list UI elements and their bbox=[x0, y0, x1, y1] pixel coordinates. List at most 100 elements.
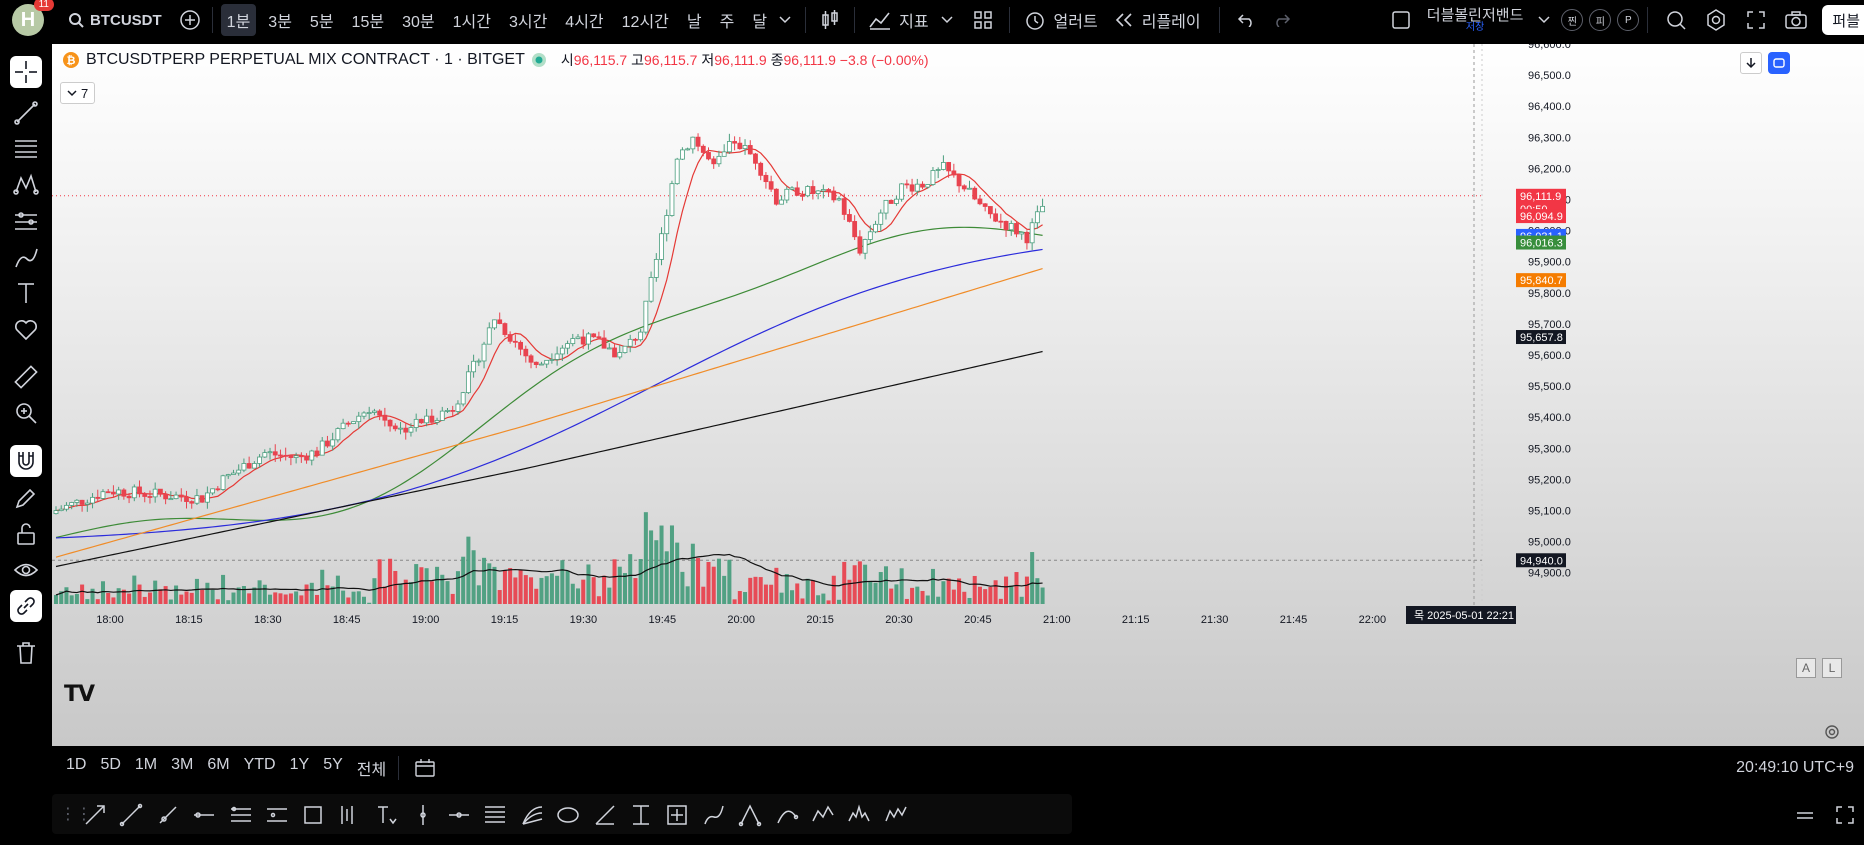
trendline-tool[interactable] bbox=[10, 97, 42, 129]
drawing-tool[interactable] bbox=[298, 800, 328, 830]
drawing-tool[interactable] bbox=[590, 800, 620, 830]
auto-scale-button[interactable]: A bbox=[1796, 658, 1816, 678]
range-option[interactable]: 3M bbox=[171, 756, 193, 780]
interval-option[interactable]: 5분 bbox=[304, 4, 340, 36]
forecast-tool[interactable] bbox=[10, 206, 42, 238]
undo-button[interactable] bbox=[1228, 4, 1264, 36]
candle-body bbox=[377, 410, 383, 416]
drawing-tool[interactable] bbox=[844, 800, 874, 830]
compare-add-button[interactable] bbox=[176, 4, 204, 36]
interval-option[interactable]: 15분 bbox=[346, 4, 391, 36]
interval-option[interactable]: 달 bbox=[746, 4, 773, 36]
measure-tool[interactable] bbox=[10, 361, 42, 393]
quick-button[interactable]: 피 bbox=[1589, 9, 1612, 31]
clock[interactable]: 20:49:10 UTC+9 bbox=[1736, 759, 1854, 777]
fullscreen-button[interactable] bbox=[1736, 4, 1776, 36]
drawing-tool[interactable] bbox=[480, 800, 510, 830]
drawing-tool[interactable] bbox=[80, 800, 110, 830]
fib-tool[interactable] bbox=[10, 133, 42, 165]
interval-option[interactable]: 3분 bbox=[262, 4, 298, 36]
drawing-tool[interactable] bbox=[226, 800, 256, 830]
drawing-tool[interactable] bbox=[517, 800, 547, 830]
redo-button[interactable] bbox=[1264, 4, 1300, 36]
drawing-tool[interactable] bbox=[662, 800, 692, 830]
price-chart-canvas[interactable]: 96,600.0 96,500.0 96,400.0 96,300.0 96,200.0… bbox=[52, 44, 1864, 746]
interval-option[interactable]: 30분 bbox=[396, 4, 441, 36]
user-avatar[interactable]: H 11 bbox=[12, 0, 54, 36]
drawing-tool[interactable] bbox=[808, 800, 838, 830]
layout-dropdown[interactable] bbox=[1535, 4, 1553, 36]
interval-option[interactable]: 12시간 bbox=[616, 4, 675, 36]
crosshair-tool[interactable] bbox=[10, 56, 42, 88]
replay-button[interactable]: 리플레이 bbox=[1104, 4, 1211, 36]
range-option[interactable]: 5D bbox=[100, 756, 120, 780]
interval-option[interactable]: 4시간 bbox=[559, 4, 609, 36]
chart-type-button[interactable] bbox=[814, 4, 846, 36]
range-option[interactable]: YTD bbox=[244, 756, 276, 780]
interval-option[interactable]: 날 bbox=[681, 4, 708, 36]
volume-bar bbox=[398, 583, 403, 604]
interval-option[interactable]: 3시간 bbox=[503, 4, 553, 36]
goto-date-button[interactable] bbox=[411, 756, 439, 780]
icon-tool[interactable] bbox=[10, 314, 42, 346]
scroll-to-latest-button[interactable] bbox=[1740, 52, 1762, 74]
drawing-tool[interactable] bbox=[444, 800, 474, 830]
settings-button[interactable] bbox=[1696, 4, 1736, 36]
range-option[interactable]: 1Y bbox=[290, 756, 310, 780]
drawing-tool[interactable] bbox=[153, 800, 183, 830]
brush-tool[interactable] bbox=[10, 242, 42, 274]
drawing-tool[interactable] bbox=[371, 800, 401, 830]
pattern-tool[interactable] bbox=[10, 169, 42, 201]
maximize-button[interactable] bbox=[1834, 804, 1856, 826]
quick-button[interactable]: P bbox=[1617, 9, 1640, 31]
indicators-button[interactable]: 지표 bbox=[863, 4, 934, 36]
drawing-tool[interactable] bbox=[116, 800, 146, 830]
minimize-button[interactable] bbox=[1794, 804, 1816, 826]
chart-settings-button[interactable] bbox=[1824, 724, 1840, 740]
text-tool[interactable] bbox=[10, 277, 42, 309]
indicators-collapse-button[interactable]: 7 bbox=[60, 82, 96, 104]
symbol-search[interactable]: BTCUSDT bbox=[68, 4, 162, 36]
drawing-tool[interactable] bbox=[335, 800, 365, 830]
range-option[interactable]: 전체 bbox=[357, 756, 386, 780]
range-option[interactable]: 5Y bbox=[323, 756, 343, 780]
log-scale-button[interactable]: L bbox=[1822, 658, 1842, 678]
volume-bar bbox=[523, 575, 528, 604]
drawing-tool[interactable] bbox=[735, 800, 765, 830]
sync-tool[interactable] bbox=[10, 590, 42, 622]
drawing-tool[interactable] bbox=[772, 800, 802, 830]
layouts-button[interactable] bbox=[965, 4, 1001, 36]
range-option[interactable]: 1D bbox=[66, 756, 86, 780]
interval-option[interactable]: 1분 bbox=[220, 4, 257, 36]
drawing-tool[interactable] bbox=[626, 800, 656, 830]
volume-bar bbox=[998, 598, 1003, 604]
remove-tool[interactable] bbox=[10, 637, 42, 669]
range-option[interactable]: 6M bbox=[207, 756, 229, 780]
chart-pane[interactable]: 96,600.0 96,500.0 96,400.0 96,300.0 96,200.0… bbox=[52, 44, 1864, 746]
indicators-dropdown[interactable] bbox=[935, 4, 959, 36]
zoom-tool[interactable] bbox=[10, 397, 42, 429]
drawing-tool[interactable] bbox=[189, 800, 219, 830]
range-option[interactable]: 1M bbox=[135, 756, 157, 780]
quick-search-button[interactable] bbox=[1656, 4, 1696, 36]
interval-dropdown[interactable] bbox=[773, 4, 797, 36]
magnet-tool[interactable] bbox=[10, 445, 42, 477]
drawing-tool[interactable] bbox=[553, 800, 583, 830]
sync-chart-button[interactable] bbox=[1768, 52, 1790, 74]
alert-button[interactable]: 얼러트 bbox=[1018, 4, 1104, 36]
quick-button[interactable]: 찐 bbox=[1561, 9, 1584, 31]
interval-option[interactable]: 1시간 bbox=[447, 4, 497, 36]
snapshot-button[interactable] bbox=[1776, 4, 1816, 36]
stay-drawing-tool[interactable] bbox=[10, 482, 42, 514]
lock-tool[interactable] bbox=[10, 518, 42, 550]
drawing-tool[interactable] bbox=[262, 800, 292, 830]
publish-button[interactable]: 퍼블 bbox=[1822, 5, 1864, 35]
layout-select-checkbox[interactable] bbox=[1387, 4, 1415, 36]
interval-option[interactable]: 주 bbox=[714, 4, 741, 36]
drawing-tool[interactable] bbox=[408, 800, 438, 830]
volume-bar bbox=[174, 585, 179, 604]
drawing-tool[interactable] bbox=[881, 800, 911, 830]
hide-tool[interactable] bbox=[10, 554, 42, 586]
drawing-tool[interactable] bbox=[699, 800, 729, 830]
layout-name-button[interactable]: 더블볼린저밴드 저장 bbox=[1415, 4, 1536, 36]
